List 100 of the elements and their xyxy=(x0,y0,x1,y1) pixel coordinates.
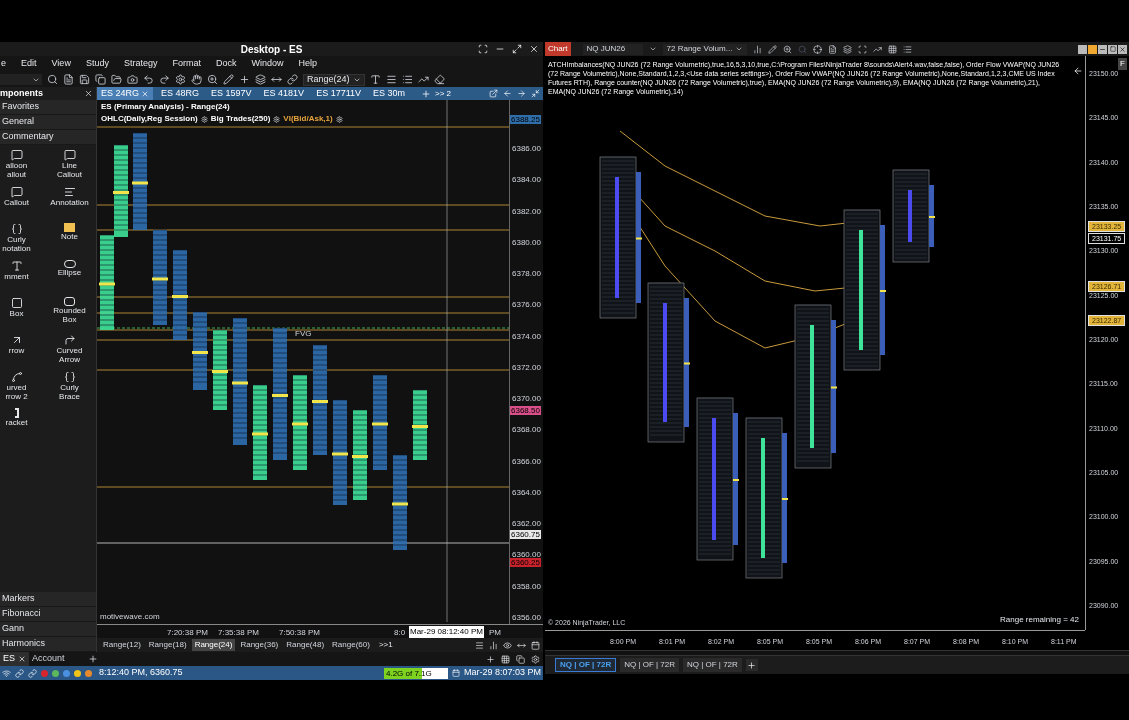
chart-tab[interactable]: NQ | OF | 72R xyxy=(683,658,742,672)
grid-icon[interactable] xyxy=(501,654,510,664)
list-icon[interactable] xyxy=(401,74,413,85)
bar-size-tab[interactable]: Range(36) xyxy=(237,639,282,651)
drawing-tool[interactable]: alloon allout xyxy=(0,149,43,183)
menu-item[interactable]: Format xyxy=(172,57,201,71)
maximize-button[interactable] xyxy=(1108,44,1117,54)
add-icon[interactable] xyxy=(486,654,495,664)
save-icon[interactable] xyxy=(79,74,90,85)
drawing-tool[interactable]: urved rrow 2 xyxy=(0,371,43,405)
drawing-tool[interactable]: Callout xyxy=(0,186,43,220)
bar-type-dropdown[interactable]: Range(24) xyxy=(303,73,365,86)
menu-item[interactable]: Dock xyxy=(215,57,237,71)
drawing-tool[interactable]: Box xyxy=(0,297,43,331)
chart-tab[interactable]: ES 17711V xyxy=(312,87,365,100)
eye-icon[interactable] xyxy=(503,640,512,650)
instrument-dropdown[interactable]: NQ JUN26 xyxy=(582,43,643,55)
drawing-tool[interactable]: Ellipse xyxy=(43,260,96,294)
chart-tab[interactable]: ES 4181V xyxy=(259,87,309,100)
menu-item[interactable]: Window xyxy=(251,57,284,71)
zoom-in-icon[interactable] xyxy=(207,74,218,85)
close-icon[interactable] xyxy=(84,89,93,98)
hand-icon[interactable] xyxy=(191,74,202,85)
popout-icon[interactable] xyxy=(489,89,498,98)
menu-item[interactable]: Help xyxy=(298,57,317,71)
undo-icon[interactable] xyxy=(143,74,154,85)
drawing-tool[interactable]: rrow xyxy=(0,334,43,368)
add-tab-button[interactable] xyxy=(745,659,758,671)
drawing-tool[interactable]: Annotation xyxy=(43,186,96,220)
eraser-icon[interactable] xyxy=(433,74,445,85)
close-button[interactable] xyxy=(1118,44,1127,54)
copy-icon[interactable] xyxy=(516,654,525,664)
settings-icon[interactable] xyxy=(531,654,540,664)
drawing-tool[interactable]: Curved Arrow xyxy=(43,334,96,368)
arrow-left-icon[interactable] xyxy=(1073,66,1083,76)
drawing-tool[interactable]: racket xyxy=(0,408,43,442)
arrow-left-icon[interactable] xyxy=(503,89,512,98)
chart-icon[interactable] xyxy=(489,640,498,650)
overflow-tab-count[interactable]: >>1 xyxy=(378,639,393,651)
drawing-tool[interactable]: Rounded Box xyxy=(43,297,96,331)
grid-icon[interactable] xyxy=(888,44,898,54)
redo-icon[interactable] xyxy=(159,74,170,85)
menu-item[interactable]: View xyxy=(51,57,71,71)
add-tab-icon[interactable] xyxy=(87,654,98,664)
settings-icon[interactable] xyxy=(273,115,281,123)
menu-item[interactable]: Strategy xyxy=(123,57,158,71)
section-header[interactable]: Markers xyxy=(0,592,96,607)
font-size-icon[interactable] xyxy=(369,74,381,85)
chart-tab[interactable]: NQ | OF | 72R xyxy=(555,658,617,672)
resize-icon[interactable] xyxy=(271,74,282,85)
drawing-tool[interactable]: Note xyxy=(43,223,96,257)
width-icon[interactable] xyxy=(517,640,526,650)
settings-icon[interactable] xyxy=(175,74,186,85)
bar-size-tab[interactable]: Range(24) xyxy=(191,639,236,651)
add-tab-icon[interactable] xyxy=(421,88,431,99)
crosshair-icon[interactable] xyxy=(813,44,823,54)
axis-button[interactable]: F xyxy=(1118,58,1127,70)
pencil-icon[interactable] xyxy=(223,74,234,85)
scrollbar[interactable] xyxy=(545,650,1129,656)
folder-icon[interactable] xyxy=(111,74,122,85)
bar-size-tab[interactable]: Range(12) xyxy=(100,639,144,651)
collapse-icon[interactable] xyxy=(531,89,540,98)
section-header[interactable]: Commentary xyxy=(0,130,96,145)
fullscreen-icon[interactable] xyxy=(478,44,488,54)
close-icon[interactable] xyxy=(529,44,539,54)
chart-tab[interactable]: ES 1597V xyxy=(207,87,256,100)
scan-icon[interactable] xyxy=(858,44,868,54)
menu-item[interactable]: Edit xyxy=(21,57,37,71)
section-header[interactable]: General xyxy=(0,115,96,130)
section-header[interactable]: Gann xyxy=(0,622,96,637)
pencil-icon[interactable] xyxy=(768,44,778,54)
settings-icon[interactable] xyxy=(335,115,343,123)
copy-icon[interactable] xyxy=(95,74,106,85)
document-icon[interactable] xyxy=(63,74,74,85)
drawing-tool[interactable]: Line Callout xyxy=(43,149,96,183)
dropdown-field[interactable] xyxy=(0,74,42,85)
bar-size-tab[interactable]: Range(48) xyxy=(283,639,328,651)
list-icon[interactable] xyxy=(903,44,913,54)
bar-size-tab[interactable]: Range(18) xyxy=(145,639,190,651)
search-icon[interactable] xyxy=(47,74,58,85)
menu-icon[interactable] xyxy=(475,640,484,650)
drawing-tool[interactable]: Curly notation xyxy=(0,223,43,257)
crosshair-icon[interactable] xyxy=(239,74,250,85)
menu-item[interactable]: e xyxy=(1,57,6,71)
settings-icon[interactable] xyxy=(200,115,208,123)
bars-icon[interactable] xyxy=(753,44,763,54)
layers-icon[interactable] xyxy=(843,44,853,54)
section-header[interactable]: Fibonacci xyxy=(0,607,96,622)
minimize-button[interactable] xyxy=(1098,44,1107,54)
chart-tab[interactable]: ES 48RG xyxy=(157,87,204,100)
zoom-in-icon[interactable] xyxy=(783,44,793,54)
workspace-tab[interactable]: ES xyxy=(0,652,29,666)
overflow-tab-count[interactable]: >> 2 xyxy=(435,87,452,100)
calendar-icon[interactable] xyxy=(531,640,540,650)
drawing-tool[interactable]: mment xyxy=(0,260,43,294)
indicator-icon[interactable] xyxy=(873,44,883,54)
section-header[interactable]: Harmonics xyxy=(0,637,96,652)
lines-icon[interactable] xyxy=(385,74,397,85)
workspace-tab[interactable]: Account xyxy=(29,652,68,666)
caret-icon[interactable] xyxy=(648,45,657,53)
